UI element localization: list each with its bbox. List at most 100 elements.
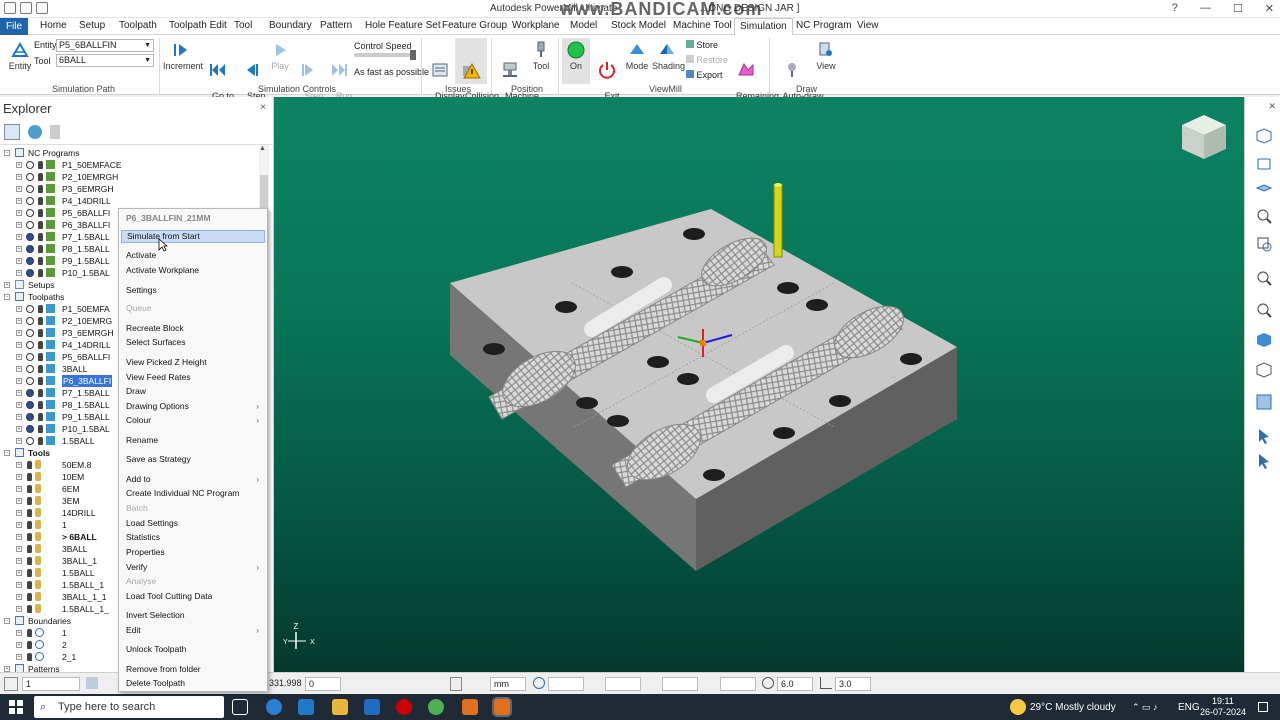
status-field-c[interactable] bbox=[662, 677, 698, 691]
coordinate-y[interactable]: 0 bbox=[305, 677, 341, 691]
tree-item[interactable]: + P1_50EMFACE bbox=[0, 159, 258, 171]
save-icon[interactable] bbox=[4, 2, 16, 14]
tab-workplane[interactable]: Workplane bbox=[512, 20, 560, 31]
context-menu-item[interactable]: Statistics bbox=[121, 531, 265, 544]
edge-icon[interactable] bbox=[266, 699, 282, 715]
expand-toggle-icon[interactable]: + bbox=[16, 174, 22, 180]
context-menu-item[interactable]: Remove from folder bbox=[121, 663, 265, 676]
lightbulb-icon[interactable] bbox=[38, 197, 43, 205]
export-button[interactable]: Export bbox=[686, 70, 723, 80]
position-tool-button[interactable]: Tool bbox=[530, 40, 552, 71]
tab-boundary[interactable]: Boundary bbox=[269, 20, 312, 31]
expand-toggle-icon[interactable]: + bbox=[16, 162, 22, 168]
lightbulb-icon[interactable] bbox=[27, 605, 32, 613]
expand-toggle-icon[interactable]: + bbox=[16, 378, 22, 384]
draw-view-button[interactable]: View bbox=[814, 40, 838, 71]
expand-toggle-icon[interactable]: + bbox=[16, 306, 22, 312]
lightbulb-icon[interactable] bbox=[38, 161, 43, 169]
redo-icon[interactable] bbox=[36, 2, 48, 14]
expand-toggle-icon[interactable]: + bbox=[16, 498, 22, 504]
quick-access-toolbar[interactable] bbox=[4, 2, 48, 14]
lightbulb-icon[interactable] bbox=[27, 545, 32, 553]
checkmark-icon[interactable] bbox=[26, 221, 34, 229]
expand-toggle-icon[interactable]: + bbox=[16, 630, 22, 636]
lightbulb-icon[interactable] bbox=[38, 353, 43, 361]
expand-toggle-icon[interactable]: − bbox=[4, 294, 10, 300]
expand-toggle-icon[interactable]: + bbox=[16, 558, 22, 564]
checkmark-icon[interactable] bbox=[26, 389, 34, 397]
task-view-icon[interactable] bbox=[232, 699, 248, 715]
store-button[interactable]: Store bbox=[686, 40, 718, 50]
checkmark-icon[interactable] bbox=[26, 173, 34, 181]
speed-slider[interactable] bbox=[354, 50, 416, 60]
context-menu-item[interactable]: Recreate Block bbox=[121, 322, 265, 335]
entity-button[interactable]: Entity bbox=[6, 40, 34, 71]
pointer-icon[interactable] bbox=[1255, 452, 1273, 470]
view-cube[interactable] bbox=[1182, 115, 1226, 159]
weather-icon[interactable] bbox=[1010, 699, 1026, 715]
selection-icon[interactable] bbox=[4, 677, 18, 691]
expand-toggle-icon[interactable]: + bbox=[16, 582, 22, 588]
lightbulb-icon[interactable] bbox=[38, 173, 43, 181]
context-menu-item[interactable]: Analyse bbox=[121, 575, 265, 588]
context-menu-item[interactable]: Unlock Toolpath bbox=[121, 643, 265, 656]
entity-select[interactable]: P5_6BALLFIN ▼ bbox=[56, 39, 154, 52]
close-button[interactable]: ✕ bbox=[1265, 2, 1274, 15]
tree-item[interactable]: + P3_6EMRGH bbox=[0, 183, 258, 195]
expand-toggle-icon[interactable]: + bbox=[16, 438, 22, 444]
taskbar-search[interactable]: ⌕ Type here to search bbox=[34, 696, 224, 718]
checkmark-icon[interactable] bbox=[26, 341, 34, 349]
grid-icon[interactable] bbox=[450, 677, 462, 691]
tab-tool[interactable]: Tool bbox=[234, 20, 252, 31]
context-menu-item[interactable]: View Picked Z Height bbox=[121, 356, 265, 369]
undo-icon[interactable] bbox=[20, 2, 32, 14]
lightbulb-icon[interactable] bbox=[27, 533, 32, 541]
tab-hole-feature-set[interactable]: Hole Feature Set bbox=[365, 20, 441, 31]
context-menu-item[interactable]: Verify › bbox=[121, 561, 265, 574]
lightbulb-icon[interactable] bbox=[38, 257, 43, 265]
viewmill-on-button[interactable]: On bbox=[562, 38, 590, 84]
lightbulb-icon[interactable] bbox=[27, 557, 32, 565]
checkmark-icon[interactable] bbox=[26, 425, 34, 433]
context-menu-item[interactable]: Batch bbox=[121, 502, 265, 515]
context-menu-item[interactable]: Simulate from Start bbox=[121, 230, 265, 243]
tab-nc-program[interactable]: NC Program bbox=[796, 20, 852, 31]
checkmark-icon[interactable] bbox=[26, 437, 34, 445]
lightbulb-icon[interactable] bbox=[38, 269, 43, 277]
graphics-viewport[interactable]: Z Y X bbox=[274, 97, 1244, 672]
globe-icon[interactable] bbox=[28, 125, 42, 139]
stock-view-icon[interactable] bbox=[1255, 393, 1273, 411]
file-explorer-icon[interactable] bbox=[332, 699, 348, 715]
lightbulb-icon[interactable] bbox=[27, 473, 32, 481]
lightbulb-icon[interactable] bbox=[38, 305, 43, 313]
lightbulb-icon[interactable] bbox=[38, 365, 43, 373]
lightbulb-icon[interactable] bbox=[27, 521, 32, 529]
viewport-close-icon[interactable]: ✕ bbox=[1268, 101, 1276, 112]
lightbulb-icon[interactable] bbox=[38, 377, 43, 385]
lightbulb-icon[interactable] bbox=[38, 317, 43, 325]
status-field-a[interactable] bbox=[548, 677, 584, 691]
lightbulb-icon[interactable] bbox=[38, 413, 43, 421]
checkmark-icon[interactable] bbox=[26, 413, 34, 421]
lightbulb-icon[interactable] bbox=[27, 497, 32, 505]
increment-button[interactable]: Increment bbox=[163, 40, 203, 71]
context-menu-item[interactable]: Create Individual NC Program bbox=[121, 487, 265, 500]
lightbulb-icon[interactable] bbox=[27, 461, 32, 469]
lightbulb-icon[interactable] bbox=[27, 653, 32, 661]
tab-feature-group[interactable]: Feature Group bbox=[442, 20, 507, 31]
context-menu-item[interactable]: Drawing Options › bbox=[121, 400, 265, 413]
expand-toggle-icon[interactable]: + bbox=[16, 486, 22, 492]
lightbulb-icon[interactable] bbox=[38, 425, 43, 433]
tab-stock-model[interactable]: Stock Model bbox=[611, 20, 666, 31]
mail-icon[interactable] bbox=[364, 699, 380, 715]
expand-toggle-icon[interactable]: + bbox=[16, 654, 22, 660]
expand-toggle-icon[interactable]: + bbox=[16, 270, 22, 276]
lightbulb-icon[interactable] bbox=[27, 629, 32, 637]
refresh-icon[interactable] bbox=[1255, 235, 1273, 253]
lightbulb-icon[interactable] bbox=[27, 509, 32, 517]
tray-icons[interactable]: ⌃ ▭ ♪ bbox=[1132, 702, 1158, 713]
lightbulb-icon[interactable] bbox=[38, 329, 43, 337]
expand-toggle-icon[interactable]: + bbox=[16, 534, 22, 540]
context-menu-item[interactable]: Save as Strategy bbox=[121, 453, 265, 466]
checkmark-icon[interactable] bbox=[26, 197, 34, 205]
